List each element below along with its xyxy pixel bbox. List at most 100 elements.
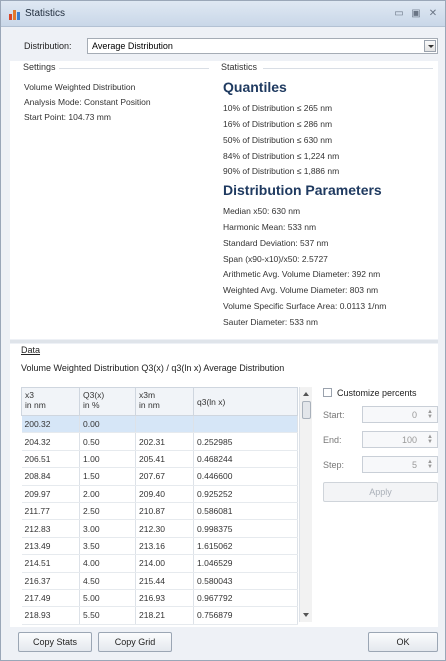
close-icon[interactable]: ✕ <box>427 8 439 20</box>
table-row[interactable]: 214.51 4.00 214.00 1.046529 <box>21 554 298 573</box>
table-cell[interactable]: 207.67 <box>135 467 194 486</box>
window-title: Statistics <box>25 8 66 19</box>
table-cell[interactable]: 209.97 <box>21 485 80 503</box>
scroll-down-icon[interactable] <box>303 613 309 617</box>
table-cell[interactable]: 216.37 <box>21 572 80 590</box>
table-row[interactable]: 204.32 0.50 202.31 0.252985 <box>21 432 298 451</box>
table-cell[interactable]: 0.580043 <box>193 572 298 590</box>
copy-stats-button[interactable]: Copy Stats <box>18 632 92 652</box>
table-cell[interactable]: 4.00 <box>79 554 136 573</box>
table-row[interactable]: 216.37 4.50 215.44 0.580043 <box>21 572 298 590</box>
table-cell[interactable]: 212.30 <box>135 519 194 538</box>
table-cell[interactable]: 1.00 <box>79 450 136 469</box>
grid-scrollbar[interactable] <box>299 387 312 622</box>
table-cell[interactable]: 208.84 <box>21 467 80 486</box>
table-cell[interactable]: 0.998375 <box>193 519 298 538</box>
parameter-line: Standard Deviation: 537 nm <box>223 238 329 248</box>
end-stepper[interactable]: 100 ▲ ▼ <box>362 431 438 448</box>
splitter[interactable] <box>10 340 438 343</box>
table-cell[interactable]: 2.50 <box>79 502 136 521</box>
table-cell[interactable]: 5.50 <box>79 606 136 625</box>
stepper-arrows-icon[interactable]: ▲ ▼ <box>426 459 434 470</box>
table-cell[interactable]: 0.756879 <box>193 606 298 625</box>
parameter-line: Volume Specific Surface Area: 0.0113 1/n… <box>223 301 387 311</box>
table-cell[interactable]: 0.586081 <box>193 502 298 521</box>
scroll-up-icon[interactable] <box>303 392 309 396</box>
stepper-arrows-icon[interactable]: ▲ ▼ <box>426 434 434 445</box>
grid-header-row: x3 in nm Q3(x) in % x3m in nm q3(ln x) <box>21 387 298 416</box>
table-cell[interactable]: 213.49 <box>21 537 80 556</box>
table-cell[interactable]: 202.31 <box>135 432 194 451</box>
table-cell[interactable]: 0.446600 <box>193 467 298 486</box>
table-row[interactable]: 217.49 5.00 216.93 0.967792 <box>21 589 298 608</box>
table-cell[interactable] <box>193 415 298 434</box>
table-cell[interactable] <box>135 415 194 434</box>
table-cell[interactable]: 200.32 <box>21 415 80 434</box>
column-header-unit: in nm <box>25 400 46 410</box>
data-grid[interactable]: x3 in nm Q3(x) in % x3m in nm q3(ln x) 200.… <box>21 387 298 625</box>
table-cell[interactable]: 204.32 <box>21 432 80 451</box>
data-group-title: Data <box>21 345 41 355</box>
table-cell[interactable]: 2.00 <box>79 485 136 503</box>
table-row[interactable]: 211.77 2.50 210.87 0.586081 <box>21 502 298 521</box>
statistics-window: Statistics ▭ ▣ ✕ Distribution: Average D… <box>0 0 446 661</box>
table-row[interactable]: 208.84 1.50 207.67 0.446600 <box>21 467 298 486</box>
copy-grid-button[interactable]: Copy Grid <box>98 632 172 652</box>
column-header-line: q3(ln x) <box>197 396 226 407</box>
table-cell[interactable]: 214.51 <box>21 554 80 573</box>
table-row[interactable]: 218.93 5.50 218.21 0.756879 <box>21 606 298 625</box>
table-cell[interactable]: 1.046529 <box>193 554 298 573</box>
table-cell[interactable]: 218.93 <box>21 606 80 625</box>
table-cell[interactable]: 210.87 <box>135 502 194 521</box>
table-cell[interactable]: 209.40 <box>135 485 194 503</box>
table-cell[interactable]: 214.00 <box>135 554 194 573</box>
minimize-icon[interactable]: ▭ <box>393 8 405 20</box>
table-cell[interactable]: 1.615062 <box>193 537 298 556</box>
quantile-line: 90% of Distribution ≤ 1,886 nm <box>223 166 340 176</box>
distribution-label: Distribution: <box>24 41 72 51</box>
table-row[interactable]: 213.49 3.50 213.16 1.615062 <box>21 537 298 556</box>
column-header-q3x[interactable]: Q3(x) in % <box>79 387 136 416</box>
table-cell[interactable]: 0.00 <box>79 415 136 434</box>
table-cell[interactable]: 0.967792 <box>193 589 298 608</box>
table-cell[interactable]: 211.77 <box>21 502 80 521</box>
start-stepper[interactable]: 0 ▲ ▼ <box>362 406 438 423</box>
ok-button[interactable]: OK <box>368 632 438 652</box>
table-cell[interactable]: 205.41 <box>135 450 194 469</box>
table-row[interactable]: 209.97 2.00 209.40 0.925252 <box>21 485 298 503</box>
table-cell[interactable]: 1.50 <box>79 467 136 486</box>
maximize-icon[interactable]: ▣ <box>410 8 422 20</box>
table-cell[interactable]: 3.00 <box>79 519 136 538</box>
column-header-unit: in % <box>83 400 100 410</box>
table-cell[interactable]: 0.252985 <box>193 432 298 451</box>
table-cell[interactable]: 4.50 <box>79 572 136 590</box>
table-cell[interactable]: 0.50 <box>79 432 136 451</box>
table-cell[interactable]: 213.16 <box>135 537 194 556</box>
table-cell[interactable]: 216.93 <box>135 589 194 608</box>
table-row[interactable]: 200.32 0.00 <box>21 415 298 434</box>
distribution-select[interactable]: Average Distribution <box>87 38 438 54</box>
column-header-x3[interactable]: x3 in nm <box>21 387 80 416</box>
apply-button[interactable]: Apply <box>323 482 438 502</box>
table-cell[interactable]: 218.21 <box>135 606 194 625</box>
scroll-thumb[interactable] <box>302 401 311 419</box>
customize-percents-checkbox[interactable] <box>323 388 332 397</box>
parameter-line: Harmonic Mean: 533 nm <box>223 222 317 232</box>
table-cell[interactable]: 5.00 <box>79 589 136 608</box>
start-value: 0 <box>411 410 417 420</box>
title-bar[interactable]: Statistics ▭ ▣ ✕ <box>1 1 445 27</box>
table-cell[interactable]: 206.51 <box>21 450 80 469</box>
table-cell[interactable]: 0.468244 <box>193 450 298 469</box>
table-cell[interactable]: 212.83 <box>21 519 80 538</box>
column-header-x3m[interactable]: x3m in nm <box>135 387 194 416</box>
step-stepper[interactable]: 5 ▲ ▼ <box>362 456 438 473</box>
table-row[interactable]: 206.51 1.00 205.41 0.468244 <box>21 450 298 469</box>
column-header-q3lnx[interactable]: q3(ln x) <box>193 387 298 416</box>
table-cell[interactable]: 0.925252 <box>193 485 298 503</box>
table-cell[interactable]: 215.44 <box>135 572 194 590</box>
table-cell[interactable]: 217.49 <box>21 589 80 608</box>
stepper-arrows-icon[interactable]: ▲ ▼ <box>426 409 434 420</box>
table-cell[interactable]: 3.50 <box>79 537 136 556</box>
table-row[interactable]: 212.83 3.00 212.30 0.998375 <box>21 519 298 538</box>
chevron-down-icon[interactable] <box>424 40 436 52</box>
